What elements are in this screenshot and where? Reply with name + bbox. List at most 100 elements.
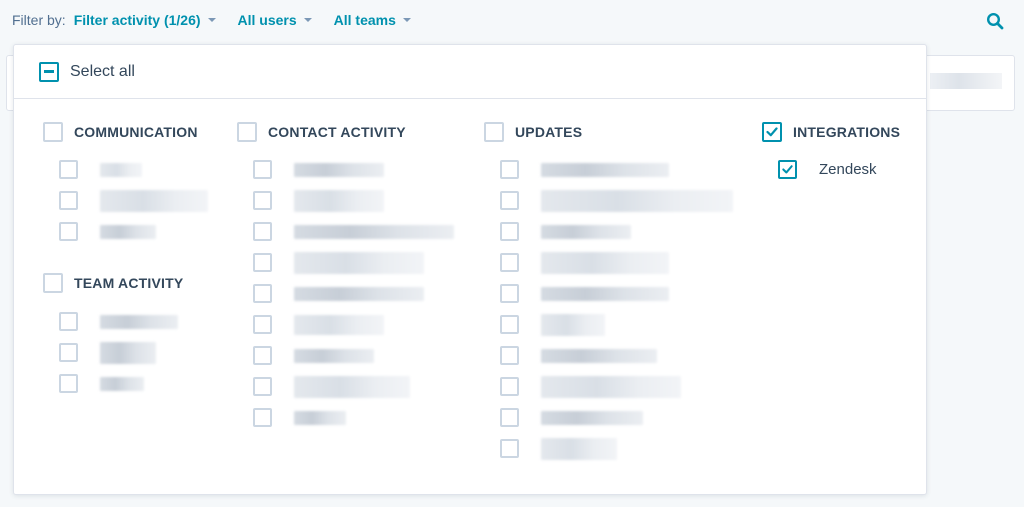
group-updates[interactable]: UPDATES (484, 122, 582, 142)
list-item[interactable] (253, 160, 454, 179)
list-item[interactable] (59, 189, 208, 212)
item-checkbox[interactable] (500, 377, 519, 396)
group-contact-activity[interactable]: CONTACT ACTIVITY (237, 122, 406, 142)
redacted-text (930, 73, 1002, 89)
redacted-label (541, 313, 605, 336)
users-filter-dropdown[interactable]: All users (238, 12, 312, 28)
item-checkbox[interactable] (500, 284, 519, 303)
item-checkbox[interactable] (253, 315, 272, 334)
list-item[interactable] (500, 313, 733, 336)
item-checkbox[interactable] (253, 408, 272, 427)
group-communication[interactable]: COMMUNICATION (43, 122, 198, 142)
item-checkbox[interactable] (500, 439, 519, 458)
list-item[interactable] (253, 189, 454, 212)
list-item-zendesk[interactable]: Zendesk (778, 160, 877, 179)
item-checkbox[interactable] (253, 222, 272, 241)
team-activity-checkbox[interactable] (43, 273, 63, 293)
caret-down-icon (402, 18, 411, 22)
item-checkbox[interactable] (59, 191, 78, 210)
redacted-label (100, 162, 142, 177)
redacted-label (294, 189, 384, 212)
filter-activity-dropdown[interactable]: Filter activity (1/26) (74, 12, 216, 28)
list-item[interactable] (253, 314, 454, 335)
select-all-row[interactable]: Select all (14, 45, 926, 99)
contact-activity-checkbox[interactable] (237, 122, 257, 142)
list-item[interactable] (500, 284, 733, 303)
redacted-label (294, 224, 454, 239)
item-checkbox[interactable] (500, 346, 519, 365)
select-all-checkbox[interactable] (39, 61, 59, 82)
item-checkbox[interactable] (253, 377, 272, 396)
filter-by-label: Filter by: (12, 12, 66, 28)
item-checkbox[interactable] (500, 408, 519, 427)
item-checkbox[interactable] (500, 222, 519, 241)
redacted-label (100, 224, 156, 239)
list-item[interactable] (500, 160, 733, 179)
item-checkbox[interactable] (500, 315, 519, 334)
communication-checkbox[interactable] (43, 122, 63, 142)
updates-checkbox[interactable] (484, 122, 504, 142)
contact-activity-items (253, 160, 454, 427)
item-checkbox[interactable] (500, 253, 519, 272)
list-item[interactable] (59, 312, 178, 331)
item-checkbox[interactable] (253, 191, 272, 210)
list-item[interactable] (59, 222, 208, 241)
list-item[interactable] (500, 437, 733, 460)
group-team-activity[interactable]: TEAM ACTIVITY (43, 273, 183, 293)
redacted-label (541, 437, 617, 460)
redacted-label (541, 286, 669, 301)
redacted-label (541, 162, 669, 177)
item-checkbox[interactable] (253, 284, 272, 303)
list-item[interactable] (253, 375, 454, 398)
list-item[interactable] (253, 284, 454, 303)
redacted-label (100, 189, 208, 212)
item-checkbox[interactable] (59, 374, 78, 393)
teams-filter-dropdown[interactable]: All teams (334, 12, 411, 28)
filter-activity-label: Filter activity (1/26) (73, 12, 201, 28)
list-item[interactable] (500, 346, 733, 365)
zendesk-checkbox[interactable] (778, 160, 797, 179)
redacted-label (100, 376, 144, 391)
redacted-label (541, 410, 643, 425)
team-activity-title: TEAM ACTIVITY (74, 275, 184, 291)
redacted-label (541, 189, 733, 212)
select-all-label: Select all (70, 62, 135, 80)
group-integrations[interactable]: INTEGRATIONS (762, 122, 900, 142)
redacted-label (541, 224, 631, 239)
contact-activity-title: CONTACT ACTIVITY (268, 124, 406, 140)
list-item[interactable] (253, 408, 454, 427)
communication-items (59, 160, 208, 241)
search-icon[interactable] (986, 12, 1004, 30)
checkmark-icon (782, 165, 793, 174)
list-item[interactable] (500, 222, 733, 241)
users-filter-label: All users (237, 12, 297, 28)
item-checkbox[interactable] (59, 343, 78, 362)
item-checkbox[interactable] (253, 253, 272, 272)
redacted-label (100, 341, 156, 364)
redacted-label (294, 410, 346, 425)
updates-items (500, 160, 733, 460)
list-item[interactable] (59, 160, 208, 179)
redacted-label (541, 348, 657, 363)
item-checkbox[interactable] (253, 160, 272, 179)
list-item[interactable] (253, 222, 454, 241)
list-item[interactable] (500, 408, 733, 427)
list-item[interactable] (59, 341, 178, 364)
item-checkbox[interactable] (59, 160, 78, 179)
list-item[interactable] (500, 189, 733, 212)
item-checkbox[interactable] (500, 191, 519, 210)
list-item[interactable] (59, 374, 178, 393)
item-checkbox[interactable] (59, 312, 78, 331)
team-activity-items (59, 312, 178, 393)
list-item[interactable] (500, 375, 733, 398)
item-checkbox[interactable] (500, 160, 519, 179)
list-item[interactable] (500, 251, 733, 274)
redacted-label (294, 251, 424, 274)
item-checkbox[interactable] (253, 346, 272, 365)
item-checkbox[interactable] (59, 222, 78, 241)
filter-bar: Filter by: Filter activity (1/26) All us… (0, 0, 1024, 40)
list-item[interactable] (253, 251, 454, 274)
integrations-checkbox[interactable] (762, 122, 782, 142)
list-item[interactable] (253, 346, 454, 365)
redacted-label (294, 286, 424, 301)
